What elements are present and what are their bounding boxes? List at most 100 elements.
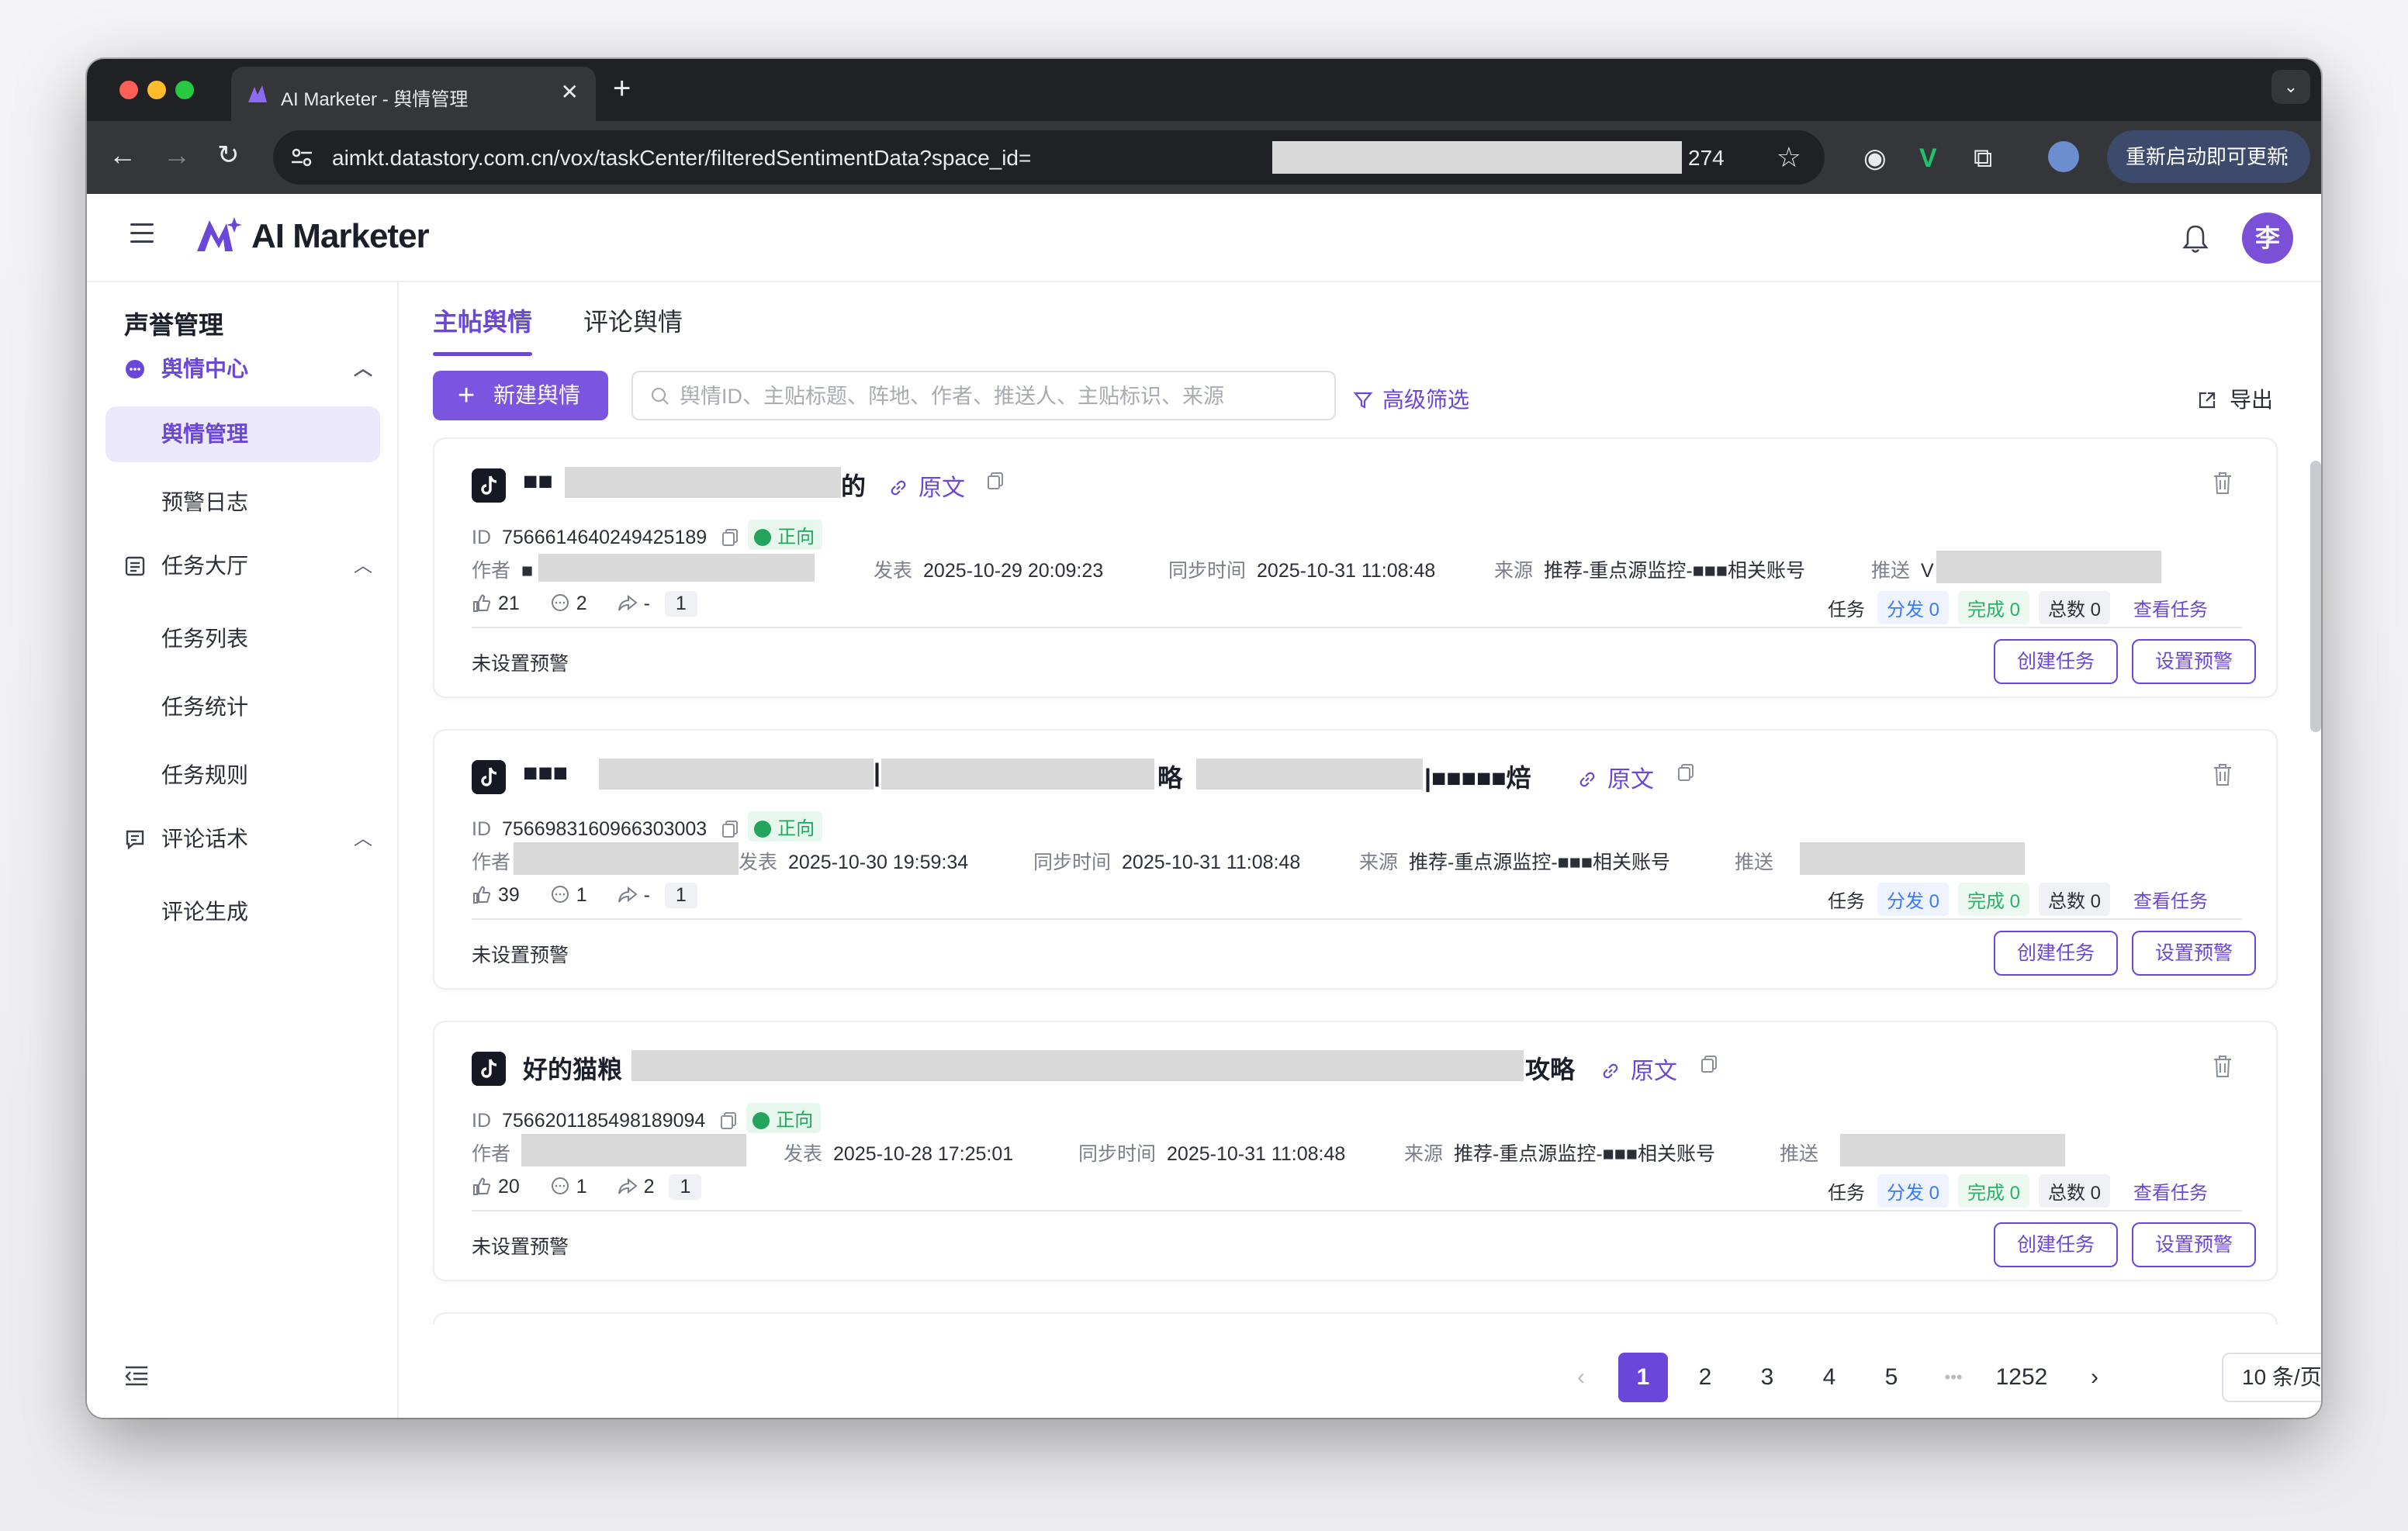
view-task-link[interactable]: 查看任务 <box>2133 1183 2208 1204</box>
original-link[interactable]: 原文 <box>1576 760 1654 794</box>
link-icon <box>891 480 906 496</box>
original-label: 原文 <box>1607 767 1654 793</box>
original-link[interactable]: 原文 <box>1600 1052 1677 1086</box>
sentiment-card: ■■■ | 略 |■■■■■焙 原文 ID 7566983160966303003… <box>433 729 2278 990</box>
original-link[interactable]: 原文 <box>887 468 965 503</box>
search-box[interactable] <box>631 371 1336 420</box>
count-badge: 1 <box>664 883 697 908</box>
sentiment-label: 正向 <box>777 527 815 548</box>
list-scrollbar[interactable] <box>2310 461 2321 732</box>
like-count: 20 <box>498 1176 520 1197</box>
page-size-select[interactable]: 10 条/页⌄ <box>2222 1353 2321 1402</box>
tab-main-post-sentiment[interactable]: 主帖舆情 <box>433 302 532 338</box>
tab-search-button[interactable]: ⌄ <box>2271 70 2310 104</box>
task-summary: 任务 分发 0 完成 0 总数 0 查看任务 <box>1828 1174 2208 1208</box>
page-1[interactable]: 1 <box>1618 1353 1668 1402</box>
set-warning-button[interactable]: 设置预警 <box>2132 931 2256 976</box>
user-avatar[interactable]: 李 <box>2242 213 2293 264</box>
extension-v-icon[interactable]: V <box>1919 144 1937 172</box>
copy-id-icon[interactable] <box>721 528 739 547</box>
positive-sentiment-badge: 正向 <box>748 811 823 842</box>
zoom-window-button[interactable] <box>175 81 194 99</box>
copy-icon[interactable] <box>1677 763 1694 782</box>
minimize-window-button[interactable] <box>147 81 166 99</box>
copy-icon[interactable] <box>1700 1055 1718 1073</box>
sidebar-item-task-rules[interactable]: 任务规则 <box>106 748 380 804</box>
comment-icon <box>126 830 144 850</box>
hamburger-menu-icon[interactable] <box>130 223 154 244</box>
source-field: 来源 推荐-重点源监控-■■■相关账号 <box>1494 555 1805 583</box>
delete-trash-icon[interactable] <box>2213 472 2233 495</box>
close-window-button[interactable] <box>119 81 138 99</box>
sync-time-label: 同步时间 <box>1033 852 1112 873</box>
profile-avatar-icon[interactable] <box>2048 141 2079 172</box>
page-5[interactable]: 5 <box>1867 1353 1916 1402</box>
view-task-link[interactable]: 查看任务 <box>2133 891 2208 912</box>
redacted-block <box>1272 141 1682 174</box>
create-task-button[interactable]: 创建任务 <box>1994 639 2118 684</box>
search-input[interactable] <box>680 382 1316 411</box>
advanced-filter-button[interactable]: 高级筛选 <box>1353 383 1469 414</box>
chevron-up-icon[interactable]: ︿ <box>354 824 372 855</box>
sidebar-item-task-list[interactable]: 任务列表 <box>106 611 380 667</box>
tab-comment-sentiment[interactable]: 评论舆情 <box>583 302 683 338</box>
copy-icon[interactable] <box>987 472 1004 490</box>
update-button[interactable]: 重新启动即可更新 ⋮ <box>2107 130 2310 183</box>
set-warning-button[interactable]: 设置预警 <box>2132 639 2256 684</box>
sidebar-item-comment-generation[interactable]: 评论生成 <box>106 884 380 940</box>
chevron-up-icon[interactable]: ︿ <box>354 354 372 385</box>
collapse-sidebar-icon[interactable] <box>124 1365 149 1387</box>
brand-name: AI Marketer <box>251 217 430 255</box>
extension-owl-icon[interactable]: ◉ <box>1863 144 1887 172</box>
sidebar-item-sentiment-management[interactable]: 舆情管理 <box>106 406 380 462</box>
next-page-icon[interactable]: › <box>2070 1353 2119 1402</box>
new-sentiment-label: 新建舆情 <box>493 383 581 407</box>
site-info-icon[interactable] <box>289 144 315 171</box>
forward-arrow-icon[interactable]: → <box>163 140 191 171</box>
post-title: 好的猫粮 <box>523 1056 623 1083</box>
create-task-button[interactable]: 创建任务 <box>1994 1222 2118 1267</box>
chevron-up-icon[interactable]: ︿ <box>354 551 372 582</box>
smile-icon <box>752 1112 770 1129</box>
author-label: 作者 <box>472 852 511 873</box>
view-task-link[interactable]: 查看任务 <box>2133 600 2208 620</box>
extensions-puzzle-icon[interactable]: ⧉ <box>1974 144 1992 172</box>
post-id: 7566983160966303003 <box>502 818 708 840</box>
more-menu-icon[interactable]: ⋮ <box>2276 130 2296 183</box>
reload-icon[interactable]: ↻ <box>217 140 240 171</box>
delete-trash-icon[interactable] <box>2213 1055 2233 1078</box>
address-bar[interactable]: aimkt.datastory.com.cn/vox/taskCenter/fi… <box>273 130 1825 185</box>
new-tab-button[interactable]: + <box>613 71 631 105</box>
sidebar-group-comment-scripts[interactable]: 评论话术 ︿ <box>124 824 372 855</box>
page-3[interactable]: 3 <box>1742 1353 1792 1402</box>
tiktok-platform-icon <box>472 760 506 794</box>
author-label: 作者 <box>472 560 511 582</box>
create-task-button[interactable]: 创建任务 <box>1994 931 2118 976</box>
sync-time-field: 同步时间 2025-10-31 11:08:48 <box>1168 555 1435 583</box>
set-warning-button[interactable]: 设置预警 <box>2132 1222 2256 1267</box>
delete-trash-icon[interactable] <box>2213 763 2233 786</box>
sidebar-group-sentiment-center[interactable]: 舆情中心 ︿ <box>124 354 372 385</box>
sidebar-group-task-hall[interactable]: 任务大厅 ︿ <box>124 551 372 582</box>
page-last[interactable]: 1252 <box>1983 1353 2060 1402</box>
sidebar-item-task-stats[interactable]: 任务统计 <box>106 679 380 735</box>
back-arrow-icon[interactable]: ← <box>109 140 137 171</box>
copy-id-icon[interactable] <box>721 820 739 838</box>
prev-page-icon[interactable]: ‹ <box>1556 1353 1606 1402</box>
page-4[interactable]: 4 <box>1804 1353 1854 1402</box>
tab-close-icon[interactable]: ✕ <box>561 79 579 105</box>
author-label: 作者 <box>472 1143 511 1165</box>
copy-id-icon[interactable] <box>720 1111 737 1130</box>
browser-tab[interactable]: AI Marketer - 舆情管理 ✕ <box>231 67 596 121</box>
post-id: 7566614640249425189 <box>502 527 708 548</box>
sidebar: 声誉管理 舆情中心 ︿ 舆情管理 预警日志 任务大厅 ︿ 任务列表 任务统计 任… <box>87 282 399 1418</box>
notification-bell-icon[interactable] <box>2181 223 2209 254</box>
export-button[interactable]: 导出 <box>2197 383 2273 414</box>
share-icon <box>618 886 638 903</box>
page-2[interactable]: 2 <box>1680 1353 1730 1402</box>
sidebar-item-warning-log[interactable]: 预警日志 <box>106 475 380 530</box>
new-sentiment-button[interactable]: + 新建舆情 <box>433 371 608 420</box>
source-label: 来源 <box>1494 560 1534 582</box>
page-ellipsis[interactable]: ••• <box>1929 1353 1978 1402</box>
bookmark-star-icon[interactable]: ☆ <box>1777 141 1801 174</box>
